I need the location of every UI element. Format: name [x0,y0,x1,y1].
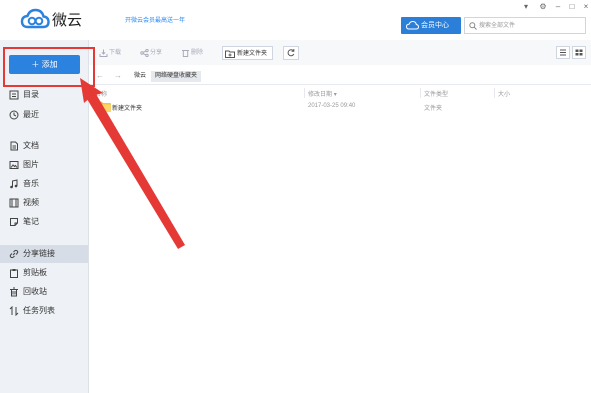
annotation-arrow [80,78,185,249]
annotation-arrow-shaft [82,81,185,249]
